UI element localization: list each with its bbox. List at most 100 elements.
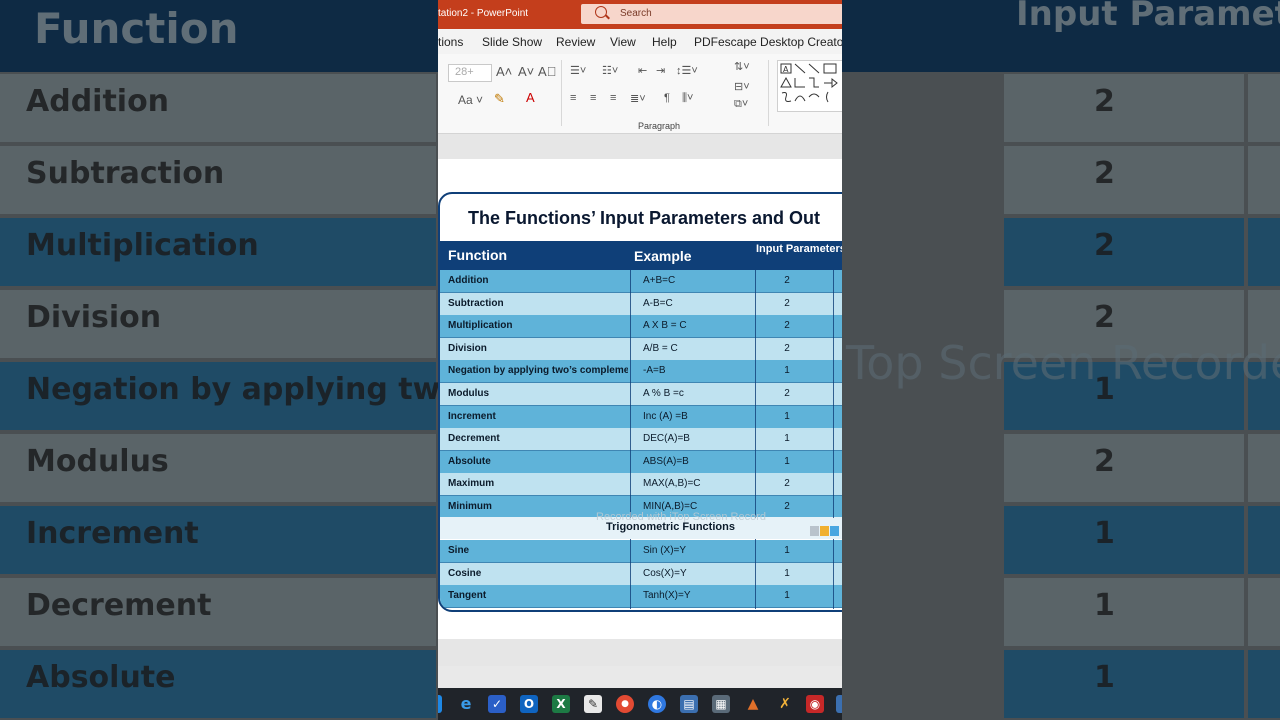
mini-icon-info[interactable]: [830, 526, 839, 536]
cell-input: 1: [784, 545, 790, 556]
smartart-icon[interactable]: ⧉˅: [734, 98, 748, 111]
align-right-icon[interactable]: ≡: [610, 92, 616, 104]
cell-example: DEC(A)=B: [643, 433, 690, 445]
cell-example: MAX(A,B)=C: [643, 478, 701, 490]
background-row-value: 1: [1094, 516, 1115, 551]
recorder-icon[interactable]: ◉: [806, 695, 824, 713]
text-direction-icon[interactable]: ¶: [664, 92, 670, 104]
table-row: Modulus A % B =c 2: [440, 383, 842, 406]
tab-slide-show[interactable]: Slide Show: [482, 35, 542, 49]
header-function: Function: [448, 247, 508, 263]
calculator-icon[interactable]: ▦: [712, 695, 730, 713]
background-cell: [1248, 218, 1280, 286]
network-icon[interactable]: ▤: [680, 695, 698, 713]
font-size-dropdown[interactable]: 28+: [448, 64, 492, 82]
table-row: Decrement DEC(A)=B 1: [440, 428, 842, 452]
numbering-icon[interactable]: ☷˅: [602, 64, 618, 77]
highlight-icon[interactable]: ✎: [494, 91, 505, 107]
svg-text:A: A: [783, 65, 789, 74]
table-row: Maximum MAX(A,B)=C 2: [440, 473, 842, 497]
grow-font-icon[interactable]: A˄: [496, 64, 512, 79]
mini-icon-grid[interactable]: [810, 526, 819, 536]
background-row-label: Increment: [26, 516, 199, 551]
tool-icon[interactable]: ✗: [776, 695, 794, 713]
background-row-value: 1: [1094, 588, 1115, 623]
tab-review[interactable]: Review: [556, 35, 595, 49]
align-text-icon[interactable]: ⊟˅: [734, 80, 750, 93]
cell-function: Sine: [448, 545, 470, 556]
table-row: Absolute ABS(A)=B 1: [440, 450, 842, 474]
mini-icon-mail[interactable]: [820, 526, 829, 536]
floating-mini-toolbar[interactable]: [810, 523, 842, 537]
paragraph-group-label: Paragraph: [638, 121, 681, 131]
background-row-label: Addition: [26, 84, 170, 119]
matlab-icon[interactable]: ▲: [744, 695, 762, 713]
background-row-value: 2: [1094, 228, 1115, 263]
edge-icon[interactable]: e: [457, 695, 475, 713]
align-left-icon[interactable]: ≡: [570, 92, 576, 104]
slide-canvas[interactable]: The Functions’ Input Parameters and Out …: [438, 159, 842, 639]
clear-format-icon[interactable]: A⃥: [538, 64, 556, 79]
shapes-gallery-icons: A: [780, 63, 838, 103]
background-cell: [1004, 218, 1244, 286]
partial-app-icon[interactable]: [836, 695, 842, 713]
ribbon: 28+ A˄ A˅ A⃥ Aa ˅ ✎ A ☰˅ ☷˅ ⇤ ⇥ ↕☰˅ ≡ ≡ …: [438, 54, 842, 134]
column-divider: [630, 539, 631, 609]
start-partial-icon[interactable]: [438, 695, 442, 713]
tab-pdfescape[interactable]: PDFescape Desktop Creator: [694, 35, 842, 49]
background-row-label: Subtraction: [26, 156, 225, 191]
ribbon-separator: [561, 60, 562, 126]
header-example: Example: [634, 248, 692, 264]
background-cell: [1004, 650, 1244, 718]
background-cell: [1004, 434, 1244, 502]
notepad-icon[interactable]: ✎: [584, 695, 602, 713]
cell-function: Division: [448, 342, 487, 354]
bullets-icon[interactable]: ☰˅: [570, 64, 586, 77]
increase-indent-icon[interactable]: ⇥: [656, 64, 665, 77]
cell-example: Cos(X)=Y: [643, 567, 687, 579]
background-header-input: Input Parameters: [1016, 0, 1280, 34]
background-row-label: Decrement: [26, 588, 212, 623]
background-cell: [1248, 506, 1280, 574]
font-color-icon[interactable]: A: [526, 90, 535, 105]
ribbon-separator: [768, 60, 769, 126]
shrink-font-icon[interactable]: A˅: [518, 64, 534, 79]
background-cell: [1004, 506, 1244, 574]
cell-input: 2: [784, 342, 790, 354]
todo-icon[interactable]: ✓: [488, 695, 506, 713]
background-cell: [1248, 578, 1280, 646]
table-header: Function Example Input Parameters: [440, 241, 842, 270]
change-case-icon[interactable]: Aa ˅: [458, 93, 483, 107]
cell-input: 1: [784, 455, 790, 467]
decrease-indent-icon[interactable]: ⇤: [638, 64, 647, 77]
cell-input: 1: [784, 433, 790, 445]
cell-function: Maximum: [448, 478, 495, 490]
align-center-icon[interactable]: ≡: [590, 92, 596, 104]
tab-view[interactable]: View: [610, 35, 636, 49]
cell-input: 2: [784, 320, 790, 332]
cell-example: -A=B: [643, 365, 666, 377]
chrome-icon[interactable]: ●: [616, 695, 634, 713]
background-row-value: 2: [1094, 84, 1115, 119]
table-row: Cosine Cos(X)=Y 1: [440, 562, 842, 586]
search-box[interactable]: Search: [581, 4, 842, 24]
cell-input: 1: [784, 365, 790, 377]
excel-icon[interactable]: X: [552, 695, 570, 713]
line-spacing-icon[interactable]: ↕☰˅: [676, 64, 698, 77]
outlook-icon[interactable]: O: [520, 695, 538, 713]
tab-animations[interactable]: tions: [438, 35, 463, 49]
tab-help[interactable]: Help: [652, 35, 677, 49]
column-divider: [755, 539, 756, 609]
justify-icon[interactable]: ≣˅: [630, 92, 646, 105]
cell-function: Cosine: [448, 567, 482, 579]
background-row-label: Division: [26, 300, 162, 335]
browser-icon[interactable]: ◐: [648, 695, 666, 713]
cell-function: Multiplication: [448, 320, 513, 332]
shapes-gallery[interactable]: A: [777, 60, 842, 112]
cell-example: A-B=C: [643, 297, 673, 309]
cell-function: Subtraction: [448, 297, 504, 309]
columns-icon[interactable]: ⫼˅: [682, 92, 693, 105]
text-direction-vertical-icon[interactable]: ⇅˅: [734, 60, 750, 73]
table-row: Negation by applying two’s complement -A=…: [440, 360, 842, 384]
cell-example: Inc (A) =B: [643, 410, 688, 422]
